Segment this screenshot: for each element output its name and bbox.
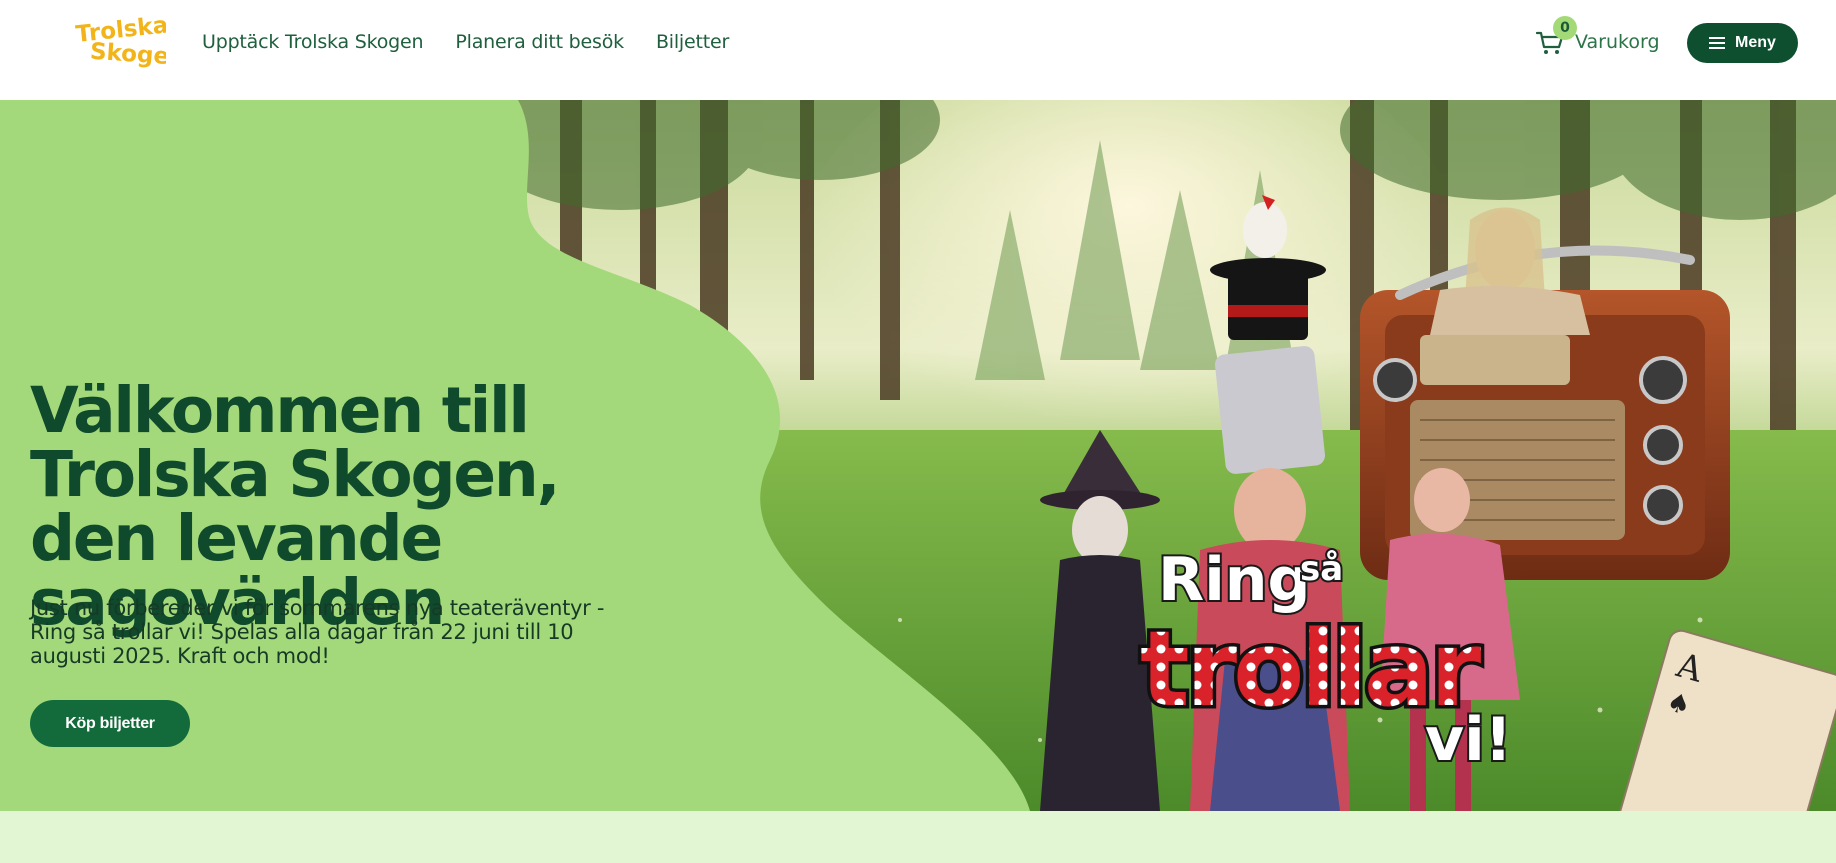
nav-link-biljetter[interactable]: Biljetter <box>656 31 729 53</box>
svg-text:så: så <box>1300 549 1343 589</box>
hero-description: Just nu förbereder vi för sommarens nya … <box>30 596 605 668</box>
svg-text:Skogen: Skogen <box>89 39 166 70</box>
site-header: Trolska Skogen Upptäck Trolska Skogen Pl… <box>0 0 1836 100</box>
svg-text:vi!: vi! <box>1425 705 1512 775</box>
svg-text:Ring: Ring <box>1158 545 1310 615</box>
hero-section: A ♠ Ring så trollar vi! Välkommen till T… <box>0 100 1836 811</box>
cart-icon: 0 <box>1535 16 1577 57</box>
nav-link-planera[interactable]: Planera ditt besök <box>455 31 624 53</box>
cart-link[interactable]: 0 Varukorg <box>1535 16 1660 64</box>
menu-label: Meny <box>1735 34 1776 51</box>
nav-link-upptack[interactable]: Upptäck Trolska Skogen <box>202 31 424 53</box>
next-section-band <box>0 811 1836 863</box>
buy-tickets-button[interactable]: Köp biljetter <box>30 700 190 747</box>
cart-label: Varukorg <box>1575 31 1660 53</box>
site-logo[interactable]: Trolska Skogen <box>74 12 187 71</box>
hamburger-icon <box>1709 37 1726 49</box>
main-nav: Upptäck Trolska Skogen Planera ditt besö… <box>202 31 729 53</box>
cart-count-badge: 0 <box>1553 16 1577 40</box>
menu-button[interactable]: Meny <box>1687 23 1798 63</box>
